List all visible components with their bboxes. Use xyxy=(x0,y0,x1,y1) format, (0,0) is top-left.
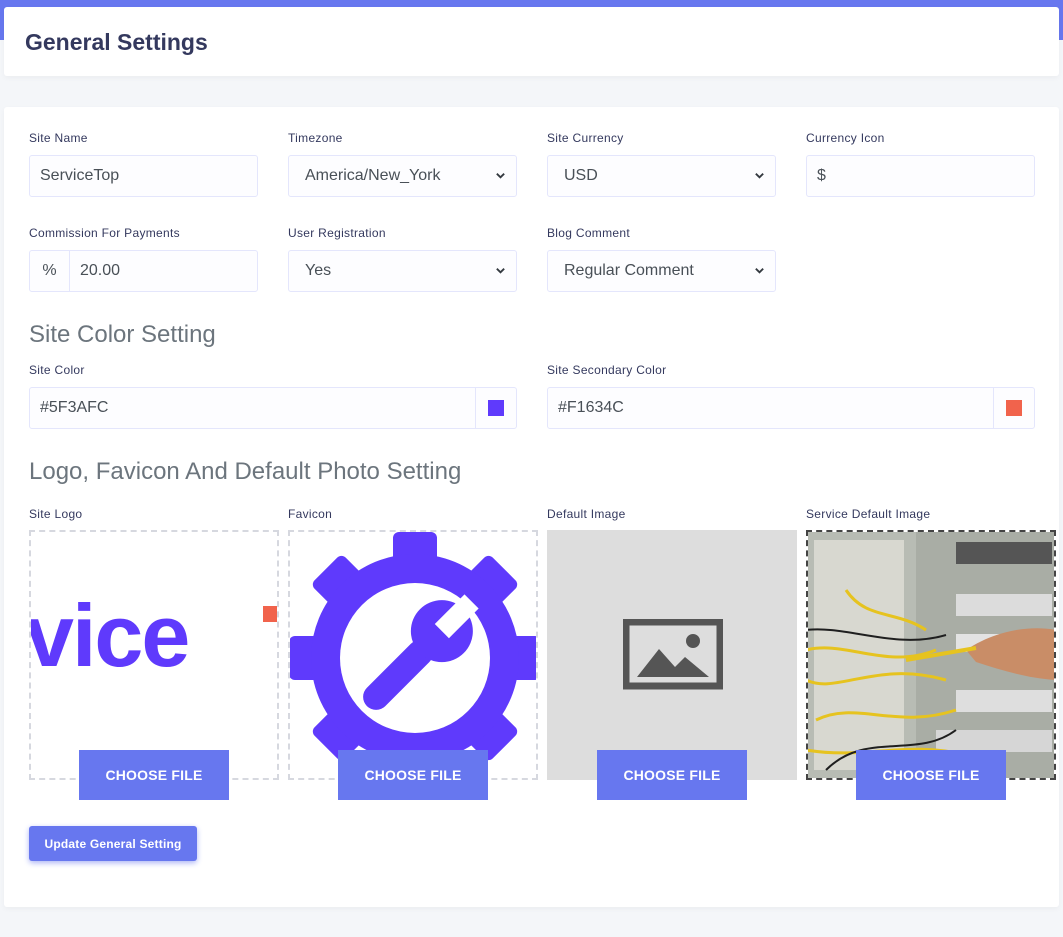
timezone-label: Timezone xyxy=(288,131,343,145)
user-registration-value: Yes xyxy=(305,262,332,279)
blog-comment-select[interactable]: Regular Comment xyxy=(547,250,776,292)
default-image-choose-button[interactable]: CHOOSE FILE xyxy=(597,750,747,800)
site-color-picker[interactable] xyxy=(475,387,517,429)
site-name-label: Site Name xyxy=(29,131,88,145)
secondary-color-swatch xyxy=(1006,400,1022,416)
update-general-setting-button[interactable]: Update General Setting xyxy=(29,826,197,861)
site-currency-select[interactable]: USD xyxy=(547,155,776,197)
secondary-color-label: Site Secondary Color xyxy=(547,363,667,377)
logo-dot xyxy=(263,606,277,622)
favicon-choose-button[interactable]: CHOOSE FILE xyxy=(338,750,488,800)
commission-label: Commission For Payments xyxy=(29,226,180,240)
site-logo-label: Site Logo xyxy=(29,507,83,521)
favicon-preview xyxy=(288,530,538,780)
blog-comment-value: Regular Comment xyxy=(564,262,694,279)
site-color-label: Site Color xyxy=(29,363,85,377)
page-header: General Settings xyxy=(4,7,1059,76)
default-image-label: Default Image xyxy=(547,507,626,521)
site-color-swatch xyxy=(488,400,504,416)
image-placeholder-icon xyxy=(623,619,723,690)
site-name-input[interactable]: ServiceTop xyxy=(29,155,258,197)
media-section-title: Logo, Favicon And Default Photo Setting xyxy=(29,458,462,485)
gear-wrench-icon xyxy=(290,532,536,778)
chevron-down-icon xyxy=(496,173,505,179)
site-color-input[interactable]: #5F3AFC xyxy=(29,387,477,429)
site-currency-label: Site Currency xyxy=(547,131,624,145)
default-image-preview xyxy=(547,530,797,780)
service-default-image-label: Service Default Image xyxy=(806,507,931,521)
site-logo-choose-button[interactable]: CHOOSE FILE xyxy=(79,750,229,800)
service-default-image-choose-button[interactable]: CHOOSE FILE xyxy=(856,750,1006,800)
currency-icon-input[interactable]: $ xyxy=(806,155,1035,197)
commission-input[interactable]: 20.00 xyxy=(69,250,258,292)
chevron-down-icon xyxy=(496,268,505,274)
logo-text: vice xyxy=(29,586,190,685)
electrical-panel-photo xyxy=(808,532,1054,778)
chevron-down-icon xyxy=(755,173,764,179)
color-section-title: Site Color Setting xyxy=(29,321,216,348)
currency-icon-label: Currency Icon xyxy=(806,131,885,145)
blog-comment-label: Blog Comment xyxy=(547,226,630,240)
chevron-down-icon xyxy=(755,268,764,274)
site-logo-preview: vice xyxy=(29,530,279,780)
site-currency-value: USD xyxy=(564,167,598,184)
user-registration-label: User Registration xyxy=(288,226,386,240)
secondary-color-picker[interactable] xyxy=(993,387,1035,429)
secondary-color-input[interactable]: #F1634C xyxy=(547,387,995,429)
timezone-value: America/New_York xyxy=(305,167,441,184)
timezone-select[interactable]: America/New_York xyxy=(288,155,517,197)
favicon-label: Favicon xyxy=(288,507,333,521)
user-registration-select[interactable]: Yes xyxy=(288,250,517,292)
percent-addon: % xyxy=(29,250,70,292)
service-default-image-preview xyxy=(806,530,1056,780)
page-title: General Settings xyxy=(25,29,208,55)
